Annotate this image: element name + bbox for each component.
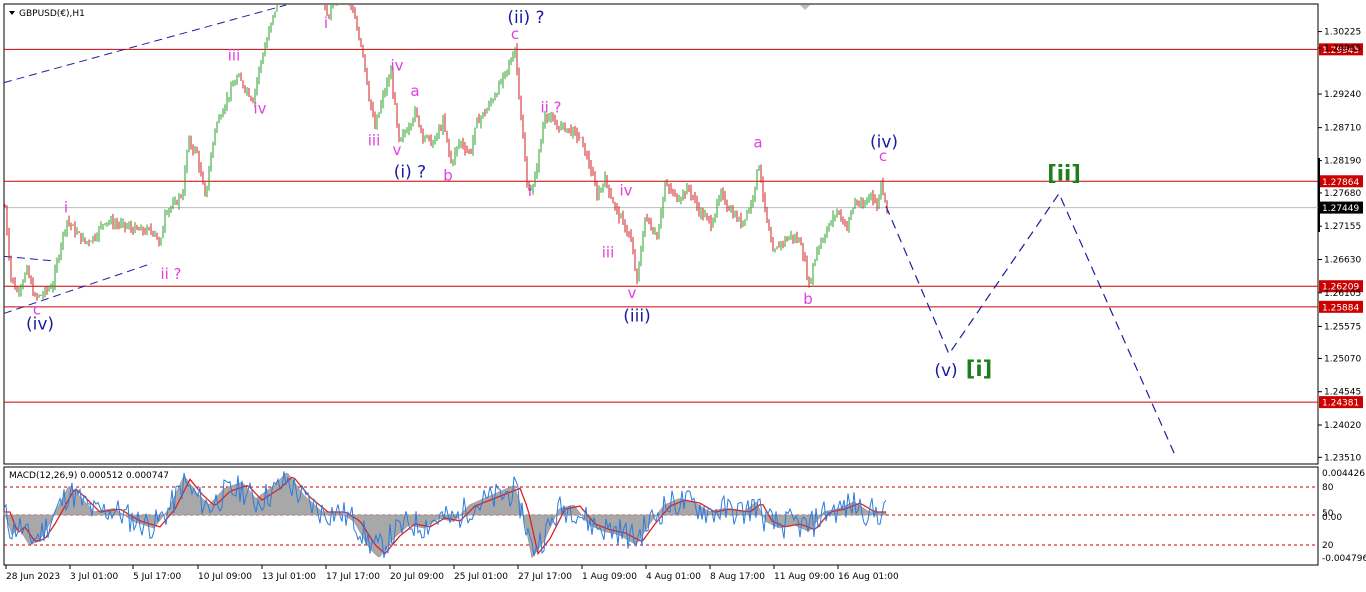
wave-label-13: iv <box>619 181 632 199</box>
wave-label-22: ii ? <box>160 265 181 283</box>
time-tick-label-11: 8 Aug 17:00 <box>710 572 765 582</box>
wave-label-25: (v) <box>934 361 957 381</box>
time-tick-label-4: 13 Jul 01:00 <box>262 572 316 582</box>
wave-label-10: b <box>443 166 453 184</box>
time-tick-label-3: 10 Jul 09:00 <box>198 572 252 582</box>
chart-window[interactable]: 1.29945 1.27864 1.26209 1.25884 1.24381 1.274… <box>0 0 1366 588</box>
macd-tick-label-1: 80 <box>1322 483 1334 493</box>
level-tag-label-1: 1.27864 <box>1322 178 1359 188</box>
wave-label-14: iii <box>602 244 615 262</box>
price-tick-label-8: 1.26105 <box>1324 289 1361 299</box>
macd-tick-label-0: 0.004426 <box>1322 469 1365 479</box>
price-tick-label-6: 1.27155 <box>1324 222 1361 232</box>
macd-tick-label-3: 0.00 <box>1322 513 1342 523</box>
macd-tick-label-5: -0.004796 <box>1322 554 1366 564</box>
time-tick-label-13: 16 Aug 01:00 <box>838 572 899 582</box>
wave-label-21: i <box>64 199 68 217</box>
wave-label-20: c <box>879 147 887 165</box>
wave-label-5: iv <box>390 57 403 75</box>
price-tick-label-4: 1.28190 <box>1324 157 1361 167</box>
time-tick-label-1: 3 Jul 01:00 <box>70 572 119 582</box>
wave-label-17: a <box>753 133 762 151</box>
time-tick-label-0: 28 Jun 2023 <box>6 572 60 582</box>
macd-tick-label-4: 20 <box>1322 541 1334 551</box>
wave-label-16: (iii) <box>623 307 650 327</box>
price-tick-label-2: 1.29240 <box>1324 90 1361 100</box>
main-panel-frame <box>3 3 1319 465</box>
wave-label-15: v <box>628 284 637 302</box>
current-price-label: 1.27449 <box>1322 204 1359 214</box>
price-tick-label-1: 1.29965 <box>1324 44 1361 54</box>
time-tick-label-10: 4 Aug 01:00 <box>646 572 701 582</box>
wave-label-26: [i] <box>966 357 992 381</box>
wave-label-7: iii <box>368 131 381 149</box>
wave-label-18: b <box>803 290 813 308</box>
macd-label: MACD(12,26,9) 0.000512 0.000747 <box>9 471 169 481</box>
price-tick-label-7: 1.26630 <box>1324 256 1361 266</box>
time-tick-label-8: 27 Jul 17:00 <box>518 572 572 582</box>
price-tick-label-9: 1.25575 <box>1324 322 1361 332</box>
wave-label-0: i <box>324 14 328 32</box>
wave-label-1: iii <box>228 46 241 64</box>
wave-label-4: c <box>511 25 519 43</box>
time-tick-label-2: 5 Jul 17:00 <box>133 572 182 582</box>
level-tag-label-4: 1.24381 <box>1322 399 1359 409</box>
wave-label-9: (i) ? <box>394 163 426 183</box>
time-tick-label-5: 17 Jul 17:00 <box>326 572 380 582</box>
wave-label-24: (iv) <box>26 314 54 334</box>
wave-label-11: ii ? <box>540 98 561 116</box>
price-tick-label-11: 1.24545 <box>1324 388 1361 398</box>
price-tick-label-10: 1.25070 <box>1324 354 1361 364</box>
wave-label-12: i <box>528 182 532 200</box>
wave-label-8: v <box>393 141 402 159</box>
wave-label-2: iv <box>253 100 266 118</box>
time-tick-label-12: 11 Aug 09:00 <box>774 572 835 582</box>
price-tick-label-5: 1.27680 <box>1324 189 1361 199</box>
time-axis: 28 Jun 2023 3 Jul 01:00 5 Jul 17:00 10 Jul … <box>5 565 899 582</box>
time-tick-label-9: 1 Aug 09:00 <box>582 572 637 582</box>
time-tick-label-7: 25 Jul 01:00 <box>454 572 508 582</box>
price-tick-label-12: 1.24020 <box>1324 421 1361 431</box>
wave-label-6: a <box>410 82 419 100</box>
level-tag-label-3: 1.25884 <box>1322 303 1359 313</box>
time-tick-label-6: 20 Jul 09:00 <box>390 572 444 582</box>
price-chart[interactable]: 1.299451.278641.262091.258841.243811.274… <box>0 0 1366 588</box>
symbol-label: GBPUSD(€),H1 <box>19 9 85 19</box>
wave-label-27: [ii] <box>1047 161 1081 185</box>
price-tick-label-0: 1.30225 <box>1324 28 1361 38</box>
price-tick-label-13: 1.23510 <box>1324 453 1361 463</box>
price-tick-label-3: 1.28710 <box>1324 124 1361 134</box>
